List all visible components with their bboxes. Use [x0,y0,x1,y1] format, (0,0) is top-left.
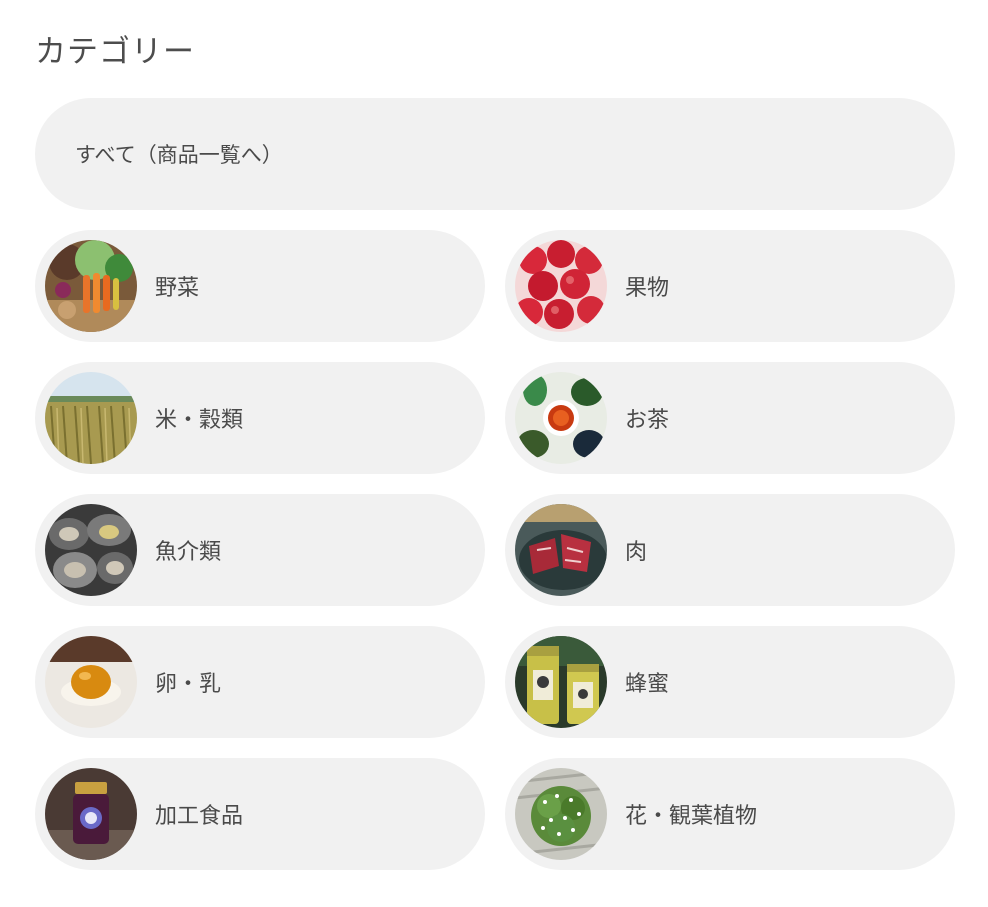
category-eggs-dairy[interactable]: 卵・乳 [35,626,485,738]
category-flowers-plants[interactable]: 花・観葉植物 [505,758,955,870]
category-honey[interactable]: 蜂蜜 [505,626,955,738]
rice-field-icon [45,372,137,464]
oysters-icon [45,504,137,596]
category-rice-grains[interactable]: 米・穀類 [35,362,485,474]
egg-yolk-icon [45,636,137,728]
category-label: 花・観葉植物 [625,804,758,829]
honey-jars-icon [515,636,607,728]
category-label: お茶 [625,408,670,433]
category-label: 米・穀類 [155,408,244,433]
vegetables-icon [45,240,137,332]
category-meat[interactable]: 肉 [505,494,955,606]
tea-icon [515,372,607,464]
category-label: 野菜 [155,276,200,301]
category-label: 魚介類 [155,540,222,565]
category-label: 加工食品 [155,804,244,829]
page-title: カテゴリー [35,34,195,70]
category-seafood[interactable]: 魚介類 [35,494,485,606]
category-processed-foods[interactable]: 加工食品 [35,758,485,870]
apples-icon [515,240,607,332]
jam-jar-icon [45,768,137,860]
category-tea[interactable]: お茶 [505,362,955,474]
category-vegetables[interactable]: 野菜 [35,230,485,342]
meat-icon [515,504,607,596]
category-grid: 野菜 果物 米・穀類 お茶 魚介類 肉 卵・乳 蜂蜜 加工食品 花・観葉植物 [35,230,955,870]
category-label: 卵・乳 [155,672,222,697]
category-label: 肉 [625,540,648,565]
all-products-label: すべて（商品一覧へ） [75,143,283,167]
category-label: 蜂蜜 [625,672,670,697]
plant-pot-icon [515,768,607,860]
category-fruits[interactable]: 果物 [505,230,955,342]
category-label: 果物 [625,276,670,301]
all-products-link[interactable]: すべて（商品一覧へ） [35,98,955,210]
